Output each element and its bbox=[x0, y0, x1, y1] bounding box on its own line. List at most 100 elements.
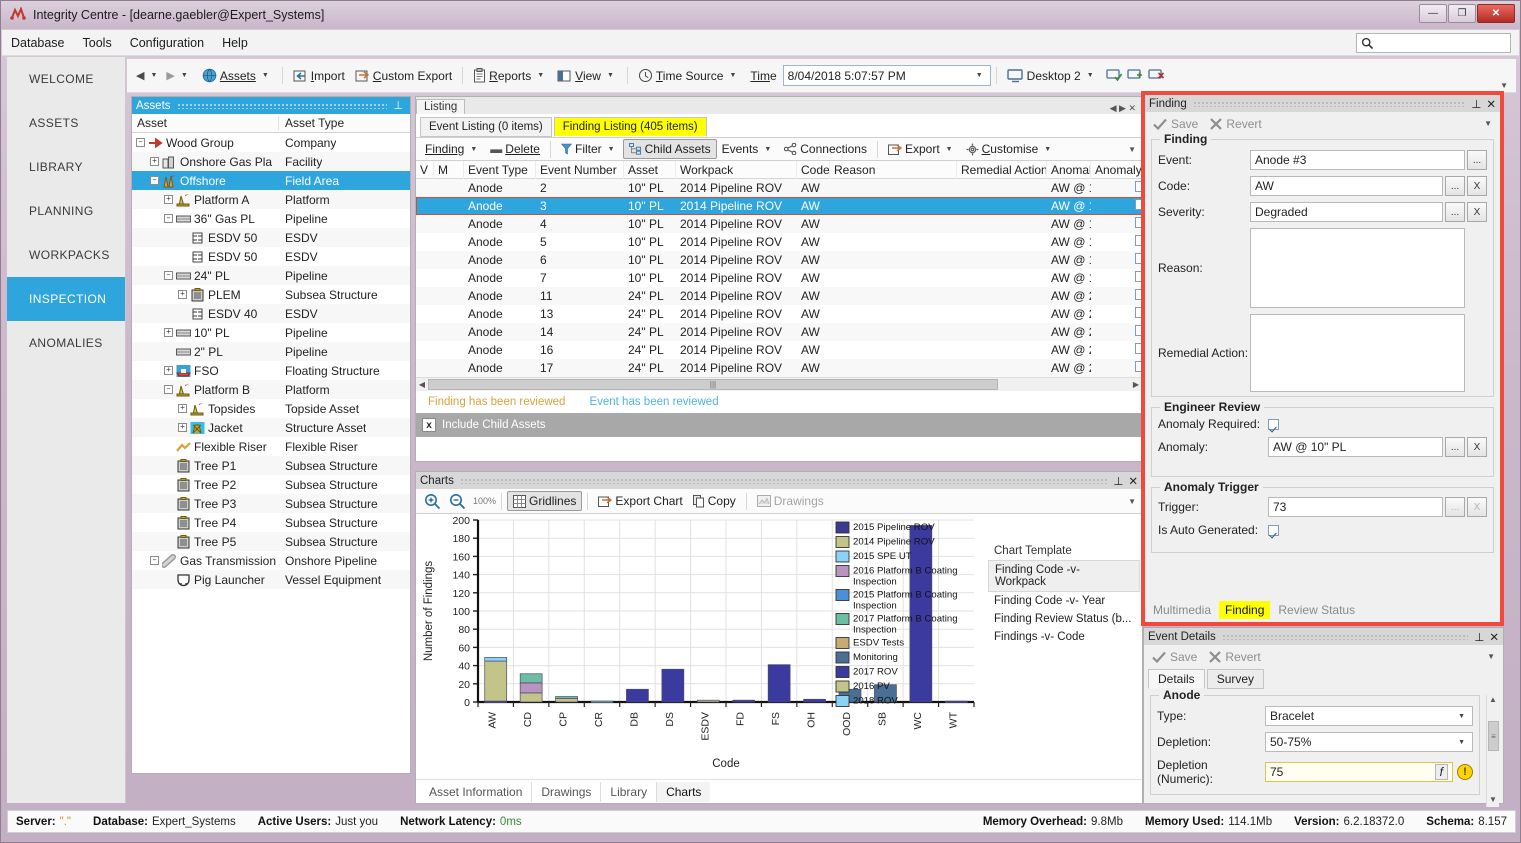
asset-tree-row[interactable]: + PLEM Subsea Structure bbox=[132, 285, 410, 304]
chevron-down-icon[interactable]: ▼ bbox=[608, 146, 615, 153]
col-m[interactable]: M bbox=[434, 160, 464, 179]
gridlines-button[interactable]: Gridlines bbox=[507, 491, 583, 511]
pin-icon[interactable]: ⊥ bbox=[393, 99, 403, 112]
sidebar-item-workpacks[interactable]: WORKPACKS bbox=[7, 233, 125, 277]
tree-expand-icon[interactable]: + bbox=[178, 404, 187, 413]
chevron-down-icon[interactable]: ▼ bbox=[1087, 72, 1094, 79]
tab-library[interactable]: Library bbox=[601, 781, 658, 802]
table-row[interactable]: Anode 6 10" PL 2014 Pipeline ROV AW AW @ 10 bbox=[416, 251, 1186, 269]
close-button[interactable]: ✕ bbox=[1477, 4, 1515, 23]
zoom-out-icon[interactable] bbox=[449, 493, 466, 510]
col-v[interactable]: V bbox=[416, 160, 434, 179]
code-browse-button[interactable]: ... bbox=[1445, 176, 1465, 196]
asset-tree-row[interactable]: + Platform A Platform bbox=[132, 190, 410, 209]
finding-overflow-icon[interactable]: ▼ bbox=[1484, 119, 1492, 128]
sidebar-item-assets[interactable]: ASSETS bbox=[7, 101, 125, 145]
child-assets-button[interactable]: Child Assets bbox=[622, 139, 717, 159]
tree-expand-icon[interactable]: + bbox=[164, 328, 173, 337]
anomaly-browse-button[interactable]: ... bbox=[1445, 437, 1465, 457]
scroll-left-icon[interactable]: ◀ bbox=[416, 380, 428, 389]
toolbar-overflow-icon[interactable]: ▼ bbox=[1500, 81, 1508, 90]
chart-template-item-2[interactable]: Finding Review Status (b... bbox=[988, 610, 1140, 628]
asset-tree-row[interactable]: – 24" PL Pipeline bbox=[132, 266, 410, 285]
tree-expand-icon[interactable]: + bbox=[164, 366, 173, 375]
chevron-down-icon[interactable]: ▼ bbox=[1458, 739, 1465, 746]
pin-icon[interactable]: ⊥ bbox=[1113, 474, 1123, 488]
asset-tree-row[interactable]: ESDV 50 ESDV bbox=[132, 228, 410, 247]
desktop-remove-icon[interactable] bbox=[1147, 68, 1165, 83]
table-row[interactable]: Anode 5 10" PL 2014 Pipeline ROV AW AW @ 10 bbox=[416, 233, 1186, 251]
formula-button[interactable]: f bbox=[1434, 764, 1448, 780]
asset-tree-row[interactable]: Tree P3 Subsea Structure bbox=[132, 494, 410, 513]
tree-expand-icon[interactable]: + bbox=[150, 157, 159, 166]
delete-button[interactable]: ▬ Delete bbox=[485, 140, 545, 158]
search-input[interactable] bbox=[1374, 36, 1499, 50]
tree-collapse-icon[interactable]: – bbox=[136, 138, 145, 147]
nav-back-button[interactable]: ◀ bbox=[136, 69, 144, 82]
col-code[interactable]: Code bbox=[797, 160, 830, 179]
time-value-combobox[interactable]: 8/04/2018 5:07:57 PM ▼ bbox=[782, 65, 991, 86]
listing-toolbar-overflow-icon[interactable]: ▼ bbox=[1128, 145, 1142, 154]
menu-item-database[interactable]: Database bbox=[2, 33, 74, 53]
menu-item-tools[interactable]: Tools bbox=[74, 33, 121, 53]
zoom-in-icon[interactable] bbox=[424, 493, 441, 510]
asset-tree-row[interactable]: – Platform B Platform bbox=[132, 380, 410, 399]
table-row[interactable]: Anode 16 24" PL 2014 Pipeline ROV AW AW @ 24 bbox=[416, 341, 1186, 359]
export-chart-button[interactable]: Export Chart bbox=[593, 492, 687, 510]
asset-tree-row[interactable]: – Offshore Field Area bbox=[132, 171, 410, 190]
chart-template-item-0[interactable]: Finding Code -v- Workpack bbox=[988, 560, 1140, 592]
chevron-down-icon[interactable]: ▼ bbox=[1044, 146, 1051, 153]
chart-template-item-1[interactable]: Finding Code -v- Year bbox=[988, 592, 1140, 610]
table-row[interactable]: Anode 2 10" PL 2014 Pipeline ROV AW AW @ 10 bbox=[416, 179, 1186, 197]
chevron-down-icon[interactable]: ▼ bbox=[976, 72, 983, 79]
reason-field-value[interactable] bbox=[1250, 228, 1465, 308]
asset-tree-row[interactable]: Tree P5 Subsea Structure bbox=[132, 532, 410, 551]
tree-expand-icon[interactable]: + bbox=[178, 290, 187, 299]
asset-tree-row[interactable]: – Gas Transmission Onshore Pipeline bbox=[132, 551, 410, 570]
anomaly-field-value[interactable]: AW @ 10" PL bbox=[1268, 437, 1443, 457]
sidebar-item-inspection[interactable]: INSPECTION bbox=[7, 277, 125, 321]
trigger-field-value[interactable]: 73 bbox=[1268, 497, 1443, 517]
custom-export-button[interactable]: Custom Export bbox=[350, 67, 457, 85]
col-asset[interactable]: Asset bbox=[624, 160, 676, 179]
anomaly-required-checkbox[interactable] bbox=[1268, 418, 1279, 430]
table-row[interactable]: Anode 7 10" PL 2014 Pipeline ROV AW AW @ 10 bbox=[416, 269, 1186, 287]
tab-review-status[interactable]: Review Status bbox=[1272, 601, 1361, 619]
reports-button[interactable]: Reports ▼ bbox=[468, 66, 552, 85]
tab-details[interactable]: Details bbox=[1148, 669, 1205, 689]
table-row[interactable]: Anode 3 10" PL 2014 Pipeline ROV AW AW @ 10 bbox=[416, 197, 1186, 215]
charts-toolbar-overflow-icon[interactable]: ▼ bbox=[1128, 497, 1142, 506]
tab-multimedia[interactable]: Multimedia bbox=[1147, 601, 1217, 619]
depletion-numeric-input[interactable]: 75 f bbox=[1265, 762, 1453, 782]
code-field-value[interactable]: AW bbox=[1250, 176, 1443, 196]
asset-tree-row[interactable]: + Topsides Topside Asset bbox=[132, 399, 410, 418]
col-anomaly[interactable]: Anomaly bbox=[1047, 160, 1091, 179]
assets-button[interactable]: Assets ▼ bbox=[197, 66, 277, 85]
tree-collapse-icon[interactable]: – bbox=[164, 271, 173, 280]
scroll-up-icon[interactable]: ▲ bbox=[1487, 695, 1499, 707]
chevron-down-icon[interactable]: ▼ bbox=[1458, 713, 1465, 720]
finding-button[interactable]: Finding ▼ bbox=[420, 140, 485, 158]
listing-horizontal-scrollbar[interactable]: ◀ ||| ▶ bbox=[416, 377, 1142, 391]
severity-browse-button[interactable]: ... bbox=[1445, 202, 1465, 222]
table-row[interactable]: Anode 17 24" PL 2014 Pipeline ROV AW AW @ 24 bbox=[416, 359, 1186, 377]
asset-tree-row[interactable]: – Wood Group Company bbox=[132, 133, 410, 152]
minimize-button[interactable]: — bbox=[1419, 4, 1447, 23]
drawings-button[interactable]: Drawings bbox=[752, 492, 829, 510]
event-details-overflow-icon[interactable]: ▼ bbox=[1487, 652, 1495, 661]
col-event-number[interactable]: Event Number bbox=[536, 160, 624, 179]
connections-button[interactable]: Connections bbox=[779, 140, 872, 158]
tab-charts[interactable]: Charts bbox=[657, 781, 711, 802]
customise-button[interactable]: Customise ▼ bbox=[961, 140, 1060, 158]
asset-tree-row[interactable]: ESDV 50 ESDV bbox=[132, 247, 410, 266]
nav-back-dropdown-icon[interactable]: ▼ bbox=[150, 72, 157, 79]
chevron-down-icon[interactable]: ▼ bbox=[607, 72, 614, 79]
tab-finding[interactable]: Finding bbox=[1219, 601, 1271, 619]
asset-tree-row[interactable]: +10" PL Pipeline bbox=[132, 323, 410, 342]
maximize-button[interactable]: ❐ bbox=[1448, 4, 1476, 23]
asset-tree-row[interactable]: – 36" Gas PL Pipeline bbox=[132, 209, 410, 228]
severity-field-value[interactable]: Degraded bbox=[1250, 202, 1443, 222]
events-button[interactable]: Events ▼ bbox=[717, 140, 780, 158]
chevron-down-icon[interactable]: ▼ bbox=[729, 72, 736, 79]
table-row[interactable]: Anode 14 24" PL 2014 Pipeline ROV AW AW @ 24 bbox=[416, 323, 1186, 341]
